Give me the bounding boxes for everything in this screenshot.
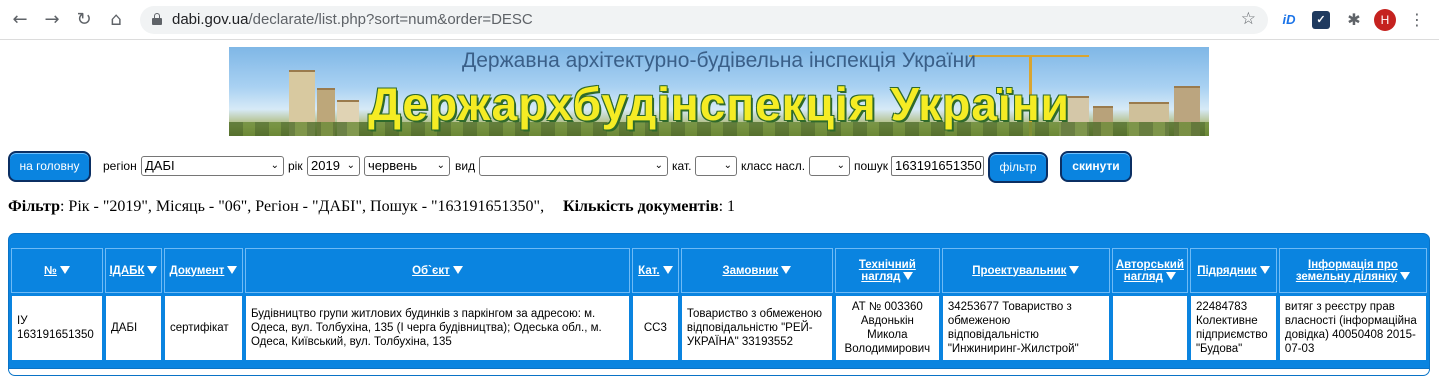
column-header-object[interactable]: Об`єкт	[244, 248, 630, 293]
home-icon[interactable]: ⌂	[104, 8, 128, 32]
cell-idabk: ДАБІ	[104, 295, 162, 361]
cell-designer: 34253677 Товариство з обмеженою відповід…	[941, 295, 1110, 361]
chevron-down-icon: ⌄	[654, 160, 663, 171]
month-value: червень	[368, 158, 418, 173]
table-footer	[9, 368, 1429, 375]
cat-select[interactable]: ⌄	[695, 156, 737, 176]
cell-category: СС3	[631, 295, 679, 361]
chevron-down-icon: ⌄	[270, 160, 279, 171]
type-select[interactable]: ⌄	[479, 156, 668, 176]
column-header-num[interactable]: №	[11, 248, 103, 293]
chevron-down-icon: ⌄	[723, 160, 732, 171]
lock-icon[interactable]	[152, 13, 162, 25]
filter-summary-heading: Фільтр	[8, 198, 60, 215]
column-header-idabk[interactable]: ІДАБК	[104, 248, 162, 293]
region-label: регіон	[103, 159, 137, 173]
url-host: dabi.gov.ua	[172, 11, 249, 28]
chevron-down-icon: ⌄	[836, 160, 845, 171]
column-header-label[interactable]: Підрядник	[1197, 265, 1256, 277]
search-label: пошук	[854, 159, 889, 173]
column-header-tech-supervision[interactable]: Технічний нагляд	[834, 248, 940, 293]
cell-num: ІУ 163191651350	[11, 295, 103, 361]
column-header-document[interactable]: Документ	[163, 248, 243, 293]
column-header-category[interactable]: Кат.	[631, 248, 679, 293]
class-label: класс насл.	[741, 159, 806, 173]
month-select[interactable]: червень ⌄	[364, 156, 450, 176]
region-value: ДАБІ	[145, 158, 175, 173]
avatar[interactable]: H	[1374, 9, 1396, 31]
sort-down-icon[interactable]	[1400, 272, 1411, 281]
cell-author-supervision	[1111, 295, 1188, 361]
filter-button[interactable]: фільтр	[988, 152, 1048, 183]
column-header-land-info[interactable]: Інформація про земельну ділянку	[1278, 248, 1427, 293]
class-select[interactable]: ⌄	[809, 156, 850, 176]
document-count: Кількість документів: 1	[563, 198, 735, 216]
cell-land-info: витяг з реєстру прав власності (інформац…	[1278, 295, 1427, 361]
column-header-label[interactable]: №	[44, 265, 57, 277]
column-header-label[interactable]: Проектувальник	[972, 265, 1066, 277]
forward-icon[interactable]: →	[40, 8, 64, 32]
table-header-row: № ІДАБК Документ Об`єкт Кат. Замовник Те…	[11, 248, 1427, 293]
puzzle-icon[interactable]: ✱	[1343, 9, 1365, 31]
browser-toolbar: ← → ↻ ⌂ dabi.gov.ua/declarate/list.php?s…	[0, 0, 1439, 40]
filter-summary: Фільтр: Рік - "2019", Місяць - "06", Рег…	[8, 198, 544, 216]
column-header-label[interactable]: ІДАБК	[109, 265, 144, 277]
search-input[interactable]: 163191651350	[891, 156, 984, 176]
year-value: 2019	[311, 158, 340, 173]
back-icon[interactable]: ←	[8, 8, 32, 32]
cell-document: сертифікат	[163, 295, 243, 361]
cell-contractor: 22484783 Колективне підприємство "Будова…	[1189, 295, 1277, 361]
sort-down-icon[interactable]	[1069, 266, 1080, 275]
results-table: № ІДАБК Документ Об`єкт Кат. Замовник Те…	[9, 246, 1429, 363]
home-button[interactable]: на головну	[8, 151, 91, 182]
document-count-value: : 1	[718, 198, 736, 215]
column-header-contractor[interactable]: Підрядник	[1189, 248, 1277, 293]
sort-down-icon[interactable]	[452, 266, 463, 275]
url-path: /declarate/list.php?sort=num&order=DESC	[248, 11, 533, 28]
column-header-designer[interactable]: Проектувальник	[941, 248, 1110, 293]
cell-object: Будівництво групи житлових будинків з па…	[244, 295, 630, 361]
column-header-customer[interactable]: Замовник	[680, 248, 833, 293]
chevron-down-icon: ⌄	[346, 160, 355, 171]
banner-subtitle: Державна архітектурно-будівельна інспекц…	[462, 49, 976, 72]
cat-label: кат.	[672, 159, 692, 173]
sort-down-icon[interactable]	[1259, 266, 1270, 275]
year-select[interactable]: 2019 ⌄	[307, 156, 360, 176]
menu-icon[interactable]: ⋮	[1409, 9, 1425, 31]
column-header-author-supervision[interactable]: Авторський нагляд	[1111, 248, 1188, 293]
cell-tech-supervision: АТ № 003360 Авдонькін Микола Володимиров…	[834, 295, 940, 361]
filter-summary-text: : Рік - "2019", Місяць - "06", Регіон - …	[59, 198, 545, 215]
column-header-label[interactable]: Кат.	[638, 265, 659, 277]
banner-title: Держархбудінспекція України	[368, 78, 1070, 130]
document-count-heading: Кількість документів	[563, 198, 719, 215]
region-select[interactable]: ДАБІ ⌄	[141, 156, 284, 176]
reset-button[interactable]: скинути	[1060, 151, 1132, 182]
sort-down-icon[interactable]	[147, 266, 158, 275]
column-header-label[interactable]: Об`єкт	[412, 265, 450, 277]
sort-down-icon[interactable]	[903, 272, 914, 281]
sort-down-icon[interactable]	[662, 266, 673, 275]
type-label: вид	[455, 159, 476, 173]
column-header-label[interactable]: Інформація про земельну ділянку	[1296, 259, 1398, 283]
sort-down-icon[interactable]	[227, 266, 238, 275]
extension-icon[interactable]: iD	[1278, 9, 1300, 31]
extension-icon[interactable]: ✓	[1312, 11, 1330, 29]
sort-down-icon[interactable]	[59, 266, 70, 275]
address-bar[interactable]: dabi.gov.ua/declarate/list.php?sort=num&…	[140, 6, 1268, 34]
results-table-container: № ІДАБК Документ Об`єкт Кат. Замовник Те…	[8, 233, 1430, 376]
column-header-label[interactable]: Документ	[170, 265, 225, 277]
star-icon[interactable]: ☆	[1241, 9, 1256, 29]
sort-down-icon[interactable]	[1165, 272, 1176, 281]
cell-customer: Товариство з обмеженою відповідальністю …	[680, 295, 833, 361]
table-row: ІУ 163191651350 ДАБІ сертифікат Будівниц…	[11, 295, 1427, 361]
sort-down-icon[interactable]	[781, 266, 792, 275]
site-banner: Державна архітектурно-будівельна інспекц…	[229, 47, 1209, 136]
reload-icon[interactable]: ↻	[72, 8, 96, 32]
column-header-label[interactable]: Замовник	[722, 265, 778, 277]
chevron-down-icon: ⌄	[436, 160, 445, 171]
year-label: рік	[288, 159, 303, 173]
url-text[interactable]: dabi.gov.ua/declarate/list.php?sort=num&…	[172, 11, 533, 28]
